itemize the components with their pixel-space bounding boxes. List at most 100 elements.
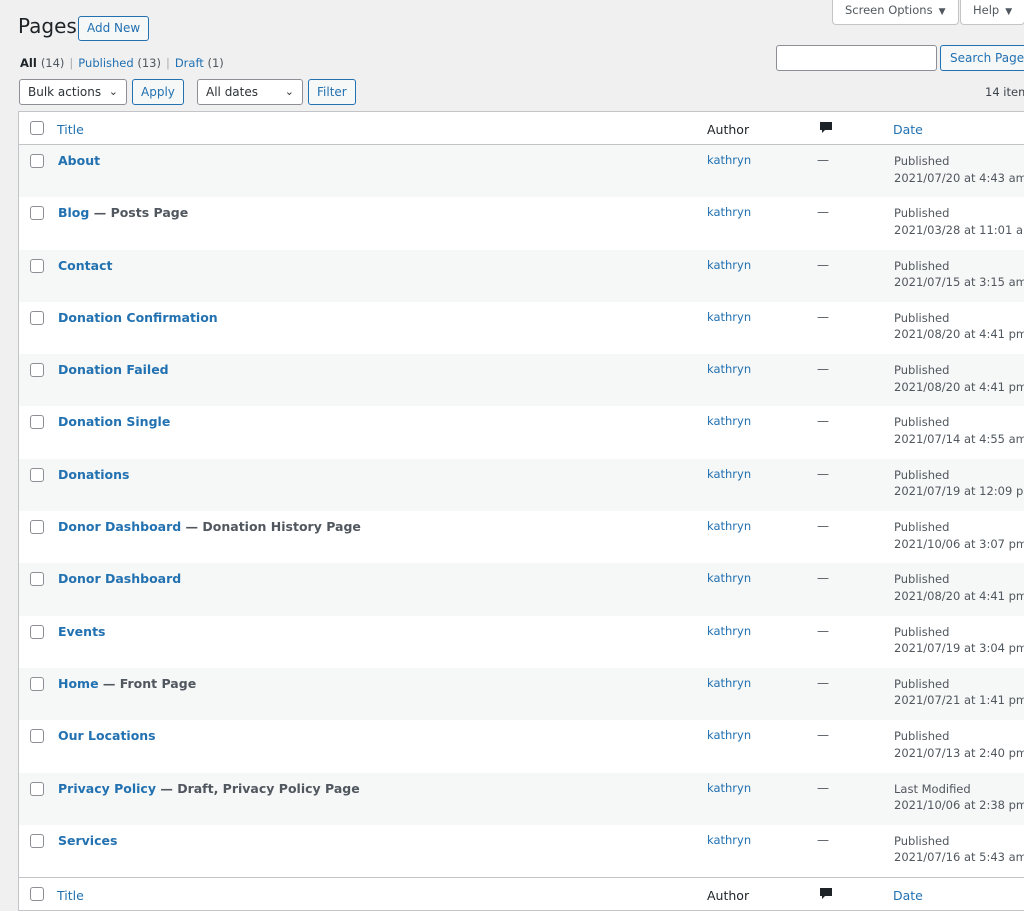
publish-date: 2021/07/20 at 4:43 am bbox=[894, 170, 1024, 185]
search-pages-button[interactable]: Search Pages bbox=[940, 45, 1024, 71]
comment-count: — bbox=[817, 728, 829, 743]
page-title-cell: Services bbox=[58, 833, 117, 848]
page-title-link[interactable]: Contact bbox=[58, 258, 112, 273]
page-title-cell: Donations bbox=[58, 467, 129, 482]
page-title-link[interactable]: Our Locations bbox=[58, 728, 156, 743]
table-row: Donation Failed kathryn — Published 2021/08/… bbox=[19, 354, 1024, 407]
row-checkbox[interactable] bbox=[30, 833, 44, 848]
publish-status: Last Modified bbox=[894, 781, 971, 796]
comment-bubble-icon bbox=[820, 888, 832, 900]
row-checkbox[interactable] bbox=[30, 310, 44, 325]
title-column-sort[interactable]: Title bbox=[57, 888, 84, 903]
view-separator: | bbox=[69, 56, 74, 70]
items-count: 14 items bbox=[985, 85, 1024, 99]
help-label: Help bbox=[973, 3, 1000, 17]
add-new-button[interactable]: Add New bbox=[78, 16, 150, 41]
page-title-link[interactable]: Donation Single bbox=[58, 414, 170, 429]
row-checkbox[interactable] bbox=[30, 781, 44, 796]
select-all-checkbox[interactable] bbox=[30, 887, 44, 902]
author-link[interactable]: kathryn bbox=[707, 467, 751, 481]
bulk-actions-value: Bulk actions bbox=[28, 85, 102, 99]
view-draft-link[interactable]: Draft (1) bbox=[175, 56, 224, 70]
view-all-link[interactable]: All (14) bbox=[20, 56, 64, 70]
help-button[interactable]: Help ▼ bbox=[960, 0, 1024, 25]
row-checkbox[interactable] bbox=[30, 624, 44, 639]
page-state-label: — Posts Page bbox=[89, 205, 189, 221]
table-row: Contact kathryn — Published 2021/07/15 at 3:… bbox=[19, 249, 1024, 302]
row-checkbox[interactable] bbox=[30, 154, 44, 168]
comment-count: — bbox=[817, 675, 829, 690]
author-link[interactable]: kathryn bbox=[707, 571, 751, 585]
search-input[interactable] bbox=[776, 45, 937, 71]
author-link[interactable]: kathryn bbox=[707, 519, 751, 533]
page-state-label: — Draft, Privacy Policy Page bbox=[155, 780, 360, 796]
publish-date: 2021/07/19 at 12:09 pm bbox=[894, 484, 1024, 499]
date-column-sort[interactable]: Date bbox=[893, 888, 923, 903]
row-checkbox[interactable] bbox=[30, 676, 44, 691]
title-column-sort[interactable]: Title bbox=[57, 122, 84, 137]
date-cell: Published 2021/07/15 at 3:15 am bbox=[894, 258, 1024, 291]
publish-status: Published bbox=[894, 520, 950, 535]
screen-options-button[interactable]: Screen Options ▼ bbox=[832, 0, 959, 25]
date-cell: Published 2021/08/20 at 4:41 pm bbox=[894, 571, 1024, 604]
select-all-checkbox[interactable] bbox=[30, 121, 44, 135]
author-link[interactable]: kathryn bbox=[707, 624, 751, 638]
page-title-link[interactable]: Privacy Policy bbox=[58, 781, 156, 796]
author-link[interactable]: kathryn bbox=[707, 362, 751, 376]
author-link[interactable]: kathryn bbox=[707, 310, 751, 324]
author-link[interactable]: kathryn bbox=[707, 153, 751, 167]
comment-count: — bbox=[817, 257, 829, 272]
page-title-link[interactable]: Donations bbox=[58, 467, 129, 482]
view-all-count: (14) bbox=[40, 56, 65, 70]
publish-date: 2021/08/20 at 4:41 pm bbox=[894, 379, 1024, 394]
date-cell: Published 2021/07/21 at 1:41 pm bbox=[894, 676, 1024, 709]
row-checkbox[interactable] bbox=[30, 206, 44, 221]
author-link[interactable]: kathryn bbox=[707, 728, 751, 742]
page-title-link[interactable]: Home bbox=[58, 676, 99, 691]
publish-status: Published bbox=[894, 572, 950, 587]
publish-status: Published bbox=[894, 206, 950, 221]
row-checkbox[interactable] bbox=[30, 572, 44, 587]
page-title-cell: Our Locations bbox=[58, 728, 156, 743]
row-checkbox[interactable] bbox=[30, 729, 44, 744]
filter-button[interactable]: Filter bbox=[308, 79, 356, 105]
author-link[interactable]: kathryn bbox=[707, 833, 751, 847]
publish-date: 2021/07/16 at 5:43 am bbox=[894, 850, 1024, 865]
author-link[interactable]: kathryn bbox=[707, 781, 751, 795]
date-column-sort[interactable]: Date bbox=[893, 122, 923, 137]
triangle-down-icon: ▼ bbox=[1005, 7, 1013, 17]
bulk-actions-select[interactable]: Bulk actions ⌄ bbox=[19, 79, 127, 105]
publish-date: 2021/07/15 at 3:15 am bbox=[894, 275, 1024, 290]
author-link[interactable]: kathryn bbox=[707, 414, 751, 428]
dates-select[interactable]: All dates ⌄ bbox=[197, 79, 303, 105]
page-title-link[interactable]: Donation Confirmation bbox=[58, 310, 218, 325]
row-checkbox[interactable] bbox=[30, 520, 44, 535]
page-title-cell: Donation Confirmation bbox=[58, 310, 218, 325]
author-column-header: Author bbox=[707, 122, 750, 137]
row-checkbox[interactable] bbox=[30, 258, 44, 273]
page-title-link[interactable]: Donation Failed bbox=[58, 362, 169, 377]
comment-count: — bbox=[817, 466, 829, 481]
apply-button[interactable]: Apply bbox=[132, 79, 184, 105]
page-title-link[interactable]: Donor Dashboard bbox=[58, 571, 181, 586]
row-checkbox[interactable] bbox=[30, 363, 44, 378]
row-checkbox[interactable] bbox=[30, 415, 44, 430]
page-title: Pages bbox=[18, 14, 77, 38]
publish-date: 2021/07/21 at 1:41 pm bbox=[894, 693, 1024, 708]
author-link[interactable]: kathryn bbox=[707, 205, 751, 219]
page-title-cell: Blog — Posts Page bbox=[58, 205, 188, 220]
page-title-link[interactable]: Events bbox=[58, 624, 105, 639]
page-title-link[interactable]: Donor Dashboard bbox=[58, 519, 181, 534]
row-checkbox[interactable] bbox=[30, 467, 44, 482]
page-title-cell: Home — Front Page bbox=[58, 676, 196, 691]
table-row: Donor Dashboard — Donation History Page k… bbox=[19, 511, 1024, 563]
publish-status: Published bbox=[894, 154, 950, 168]
comment-count: — bbox=[817, 414, 829, 429]
comment-count: — bbox=[817, 832, 829, 847]
page-title-link[interactable]: Blog bbox=[58, 205, 89, 220]
page-title-link[interactable]: Services bbox=[58, 833, 117, 848]
page-title-link[interactable]: About bbox=[58, 153, 100, 168]
author-link[interactable]: kathryn bbox=[707, 258, 751, 272]
author-link[interactable]: kathryn bbox=[707, 676, 751, 690]
view-published-link[interactable]: Published (13) bbox=[78, 56, 161, 70]
